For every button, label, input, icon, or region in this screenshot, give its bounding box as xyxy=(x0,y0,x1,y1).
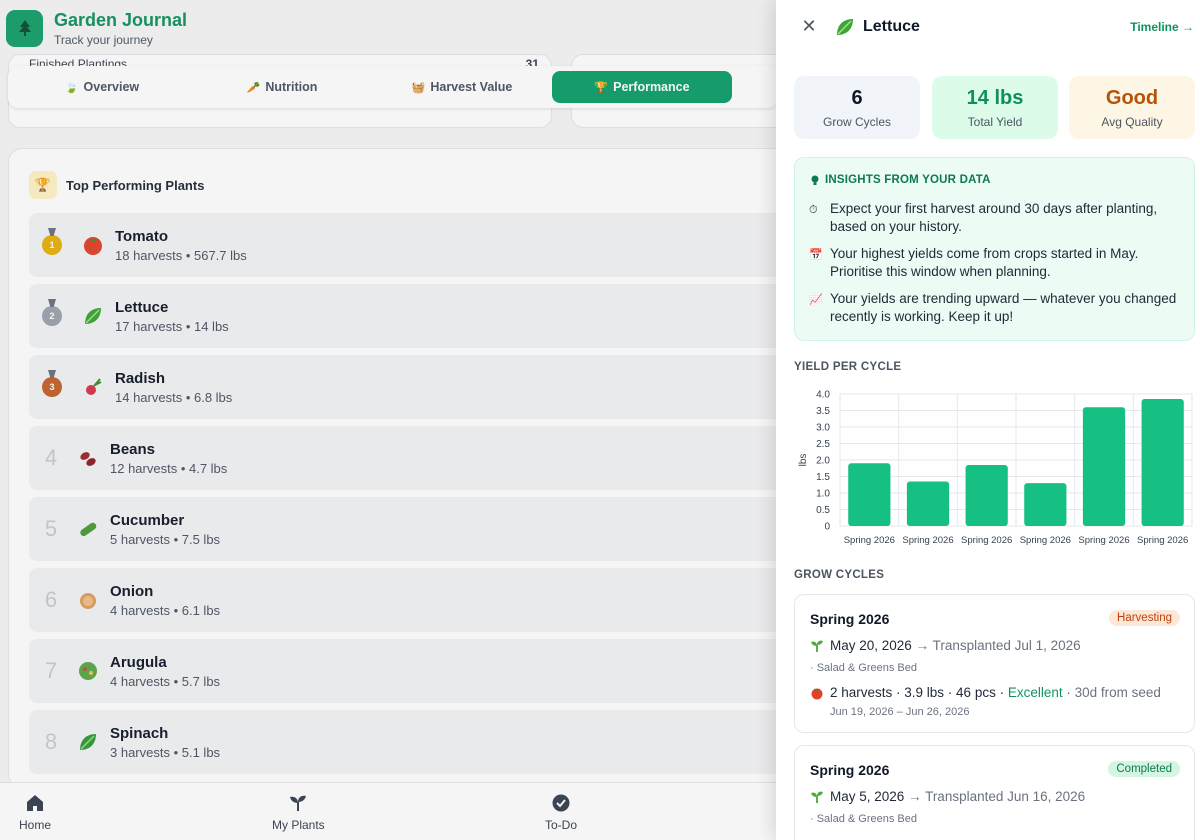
kpi-label: Grow Cycles xyxy=(822,115,891,129)
cycle-season: Spring 2026 xyxy=(810,611,890,627)
x-tick-label: Spring 2026 xyxy=(1020,535,1071,546)
lettuce-icon xyxy=(834,16,856,43)
status-badge: Completed xyxy=(1108,761,1180,777)
insight-item: 📅 Your highest yields come from crops st… xyxy=(809,246,1139,279)
lightbulb-icon xyxy=(811,175,819,185)
x-tick-label: Spring 2026 xyxy=(844,535,895,546)
grow-cycle-card[interactable]: Spring 2026 Completed May 5, 2026 → Tran… xyxy=(794,745,1195,840)
cycle-bed: · Salad & Greens Bed xyxy=(810,662,918,674)
timeline-link[interactable]: Timeline → xyxy=(1130,20,1194,34)
bar[interactable] xyxy=(965,464,1008,526)
bar[interactable] xyxy=(906,481,950,526)
x-tick-label: Spring 2026 xyxy=(961,535,1012,546)
y-tick-label: 1.0 xyxy=(816,489,830,500)
yield-per-cycle-label: YIELD PER CYCLE xyxy=(794,361,902,373)
cycle-dates: May 5, 2026 → Transplanted Jun 16, 2026 xyxy=(810,789,1085,804)
y-tick-label: 0 xyxy=(824,522,830,533)
bar[interactable] xyxy=(1024,483,1067,526)
x-tick-label: Spring 2026 xyxy=(1078,535,1129,546)
bar[interactable] xyxy=(848,463,891,526)
drawer-header: ✕ Lettuce Timeline → xyxy=(776,0,1200,56)
grow-cycles-label: GROW CYCLES xyxy=(794,569,885,581)
grow-cycle-card[interactable]: Spring 2026 Harvesting May 20, 2026 → Tr… xyxy=(794,594,1195,733)
insights-card: INSIGHTS FROM YOUR DATA ⏱ Expect your fi… xyxy=(794,157,1195,341)
seedling-icon xyxy=(811,791,823,803)
calendar-icon: 📅 xyxy=(809,249,823,261)
close-icon[interactable]: ✕ xyxy=(800,17,818,35)
y-tick-label: 2.5 xyxy=(816,439,830,450)
insights-title: INSIGHTS FROM YOUR DATA xyxy=(825,174,991,186)
seedling-icon xyxy=(811,640,823,652)
tomato-icon xyxy=(811,688,823,699)
x-tick-label: Spring 2026 xyxy=(1137,535,1188,546)
y-tick-label: 3.0 xyxy=(816,423,830,434)
trend-up-icon: 📈 xyxy=(809,294,823,306)
kpi-total-yield: 14 lbs Total Yield xyxy=(932,76,1058,139)
insight-item: ⏱ Expect your first harvest around 30 da… xyxy=(809,201,1158,234)
kpi-value: 14 lbs xyxy=(966,87,1024,109)
cycle-dates: May 20, 2026 → Transplanted Jul 1, 2026 xyxy=(810,638,1081,653)
status-badge: Harvesting xyxy=(1109,610,1180,626)
cycle-season: Spring 2026 xyxy=(810,762,890,778)
insight-item: 📈 Your yields are trending upward — what… xyxy=(809,291,1177,324)
y-tick-label: 1.5 xyxy=(816,472,830,483)
yield-bar-chart: 0 0.5 1.0 1.5 2.0 2.5 3.0 3.5 4.0 Spring 2026 Spri… xyxy=(798,390,1193,546)
kpi-value: Good xyxy=(1105,87,1159,109)
y-tick-label: 3.5 xyxy=(816,406,830,417)
kpi-avg-quality: Good Avg Quality xyxy=(1069,76,1195,139)
kpi-label: Avg Quality xyxy=(1101,115,1163,129)
y-tick-label: 2.0 xyxy=(816,456,830,467)
cycle-bed: · Salad & Greens Bed xyxy=(810,813,918,825)
kpi-grow-cycles: 6 Grow Cycles xyxy=(794,76,920,139)
y-axis-label: lbs xyxy=(798,454,809,467)
cycle-harvest-range: Jun 19, 2026 – Jun 26, 2026 xyxy=(830,706,970,718)
stopwatch-icon: ⏱ xyxy=(809,204,818,216)
bar[interactable] xyxy=(1141,398,1184,526)
drawer-title: Lettuce xyxy=(863,18,920,35)
plant-detail-drawer: ✕ Lettuce Timeline → 6 Grow Cycles 14 lb… xyxy=(776,0,1200,840)
y-tick-label: 4.0 xyxy=(816,390,830,401)
kpi-value: 6 xyxy=(851,87,863,109)
cycle-harvest-summary: 2 harvests · 3.9 lbs · 46 pcs · Excellen… xyxy=(810,685,1161,700)
yield-chart: 0 0.5 1.0 1.5 2.0 2.5 3.0 3.5 4.0 Spring 2026 Spri… xyxy=(794,384,1198,554)
kpi-label: Total Yield xyxy=(967,115,1023,129)
bar[interactable] xyxy=(1082,407,1126,526)
x-tick-label: Spring 2026 xyxy=(902,535,953,546)
y-tick-label: 0.5 xyxy=(816,505,830,516)
